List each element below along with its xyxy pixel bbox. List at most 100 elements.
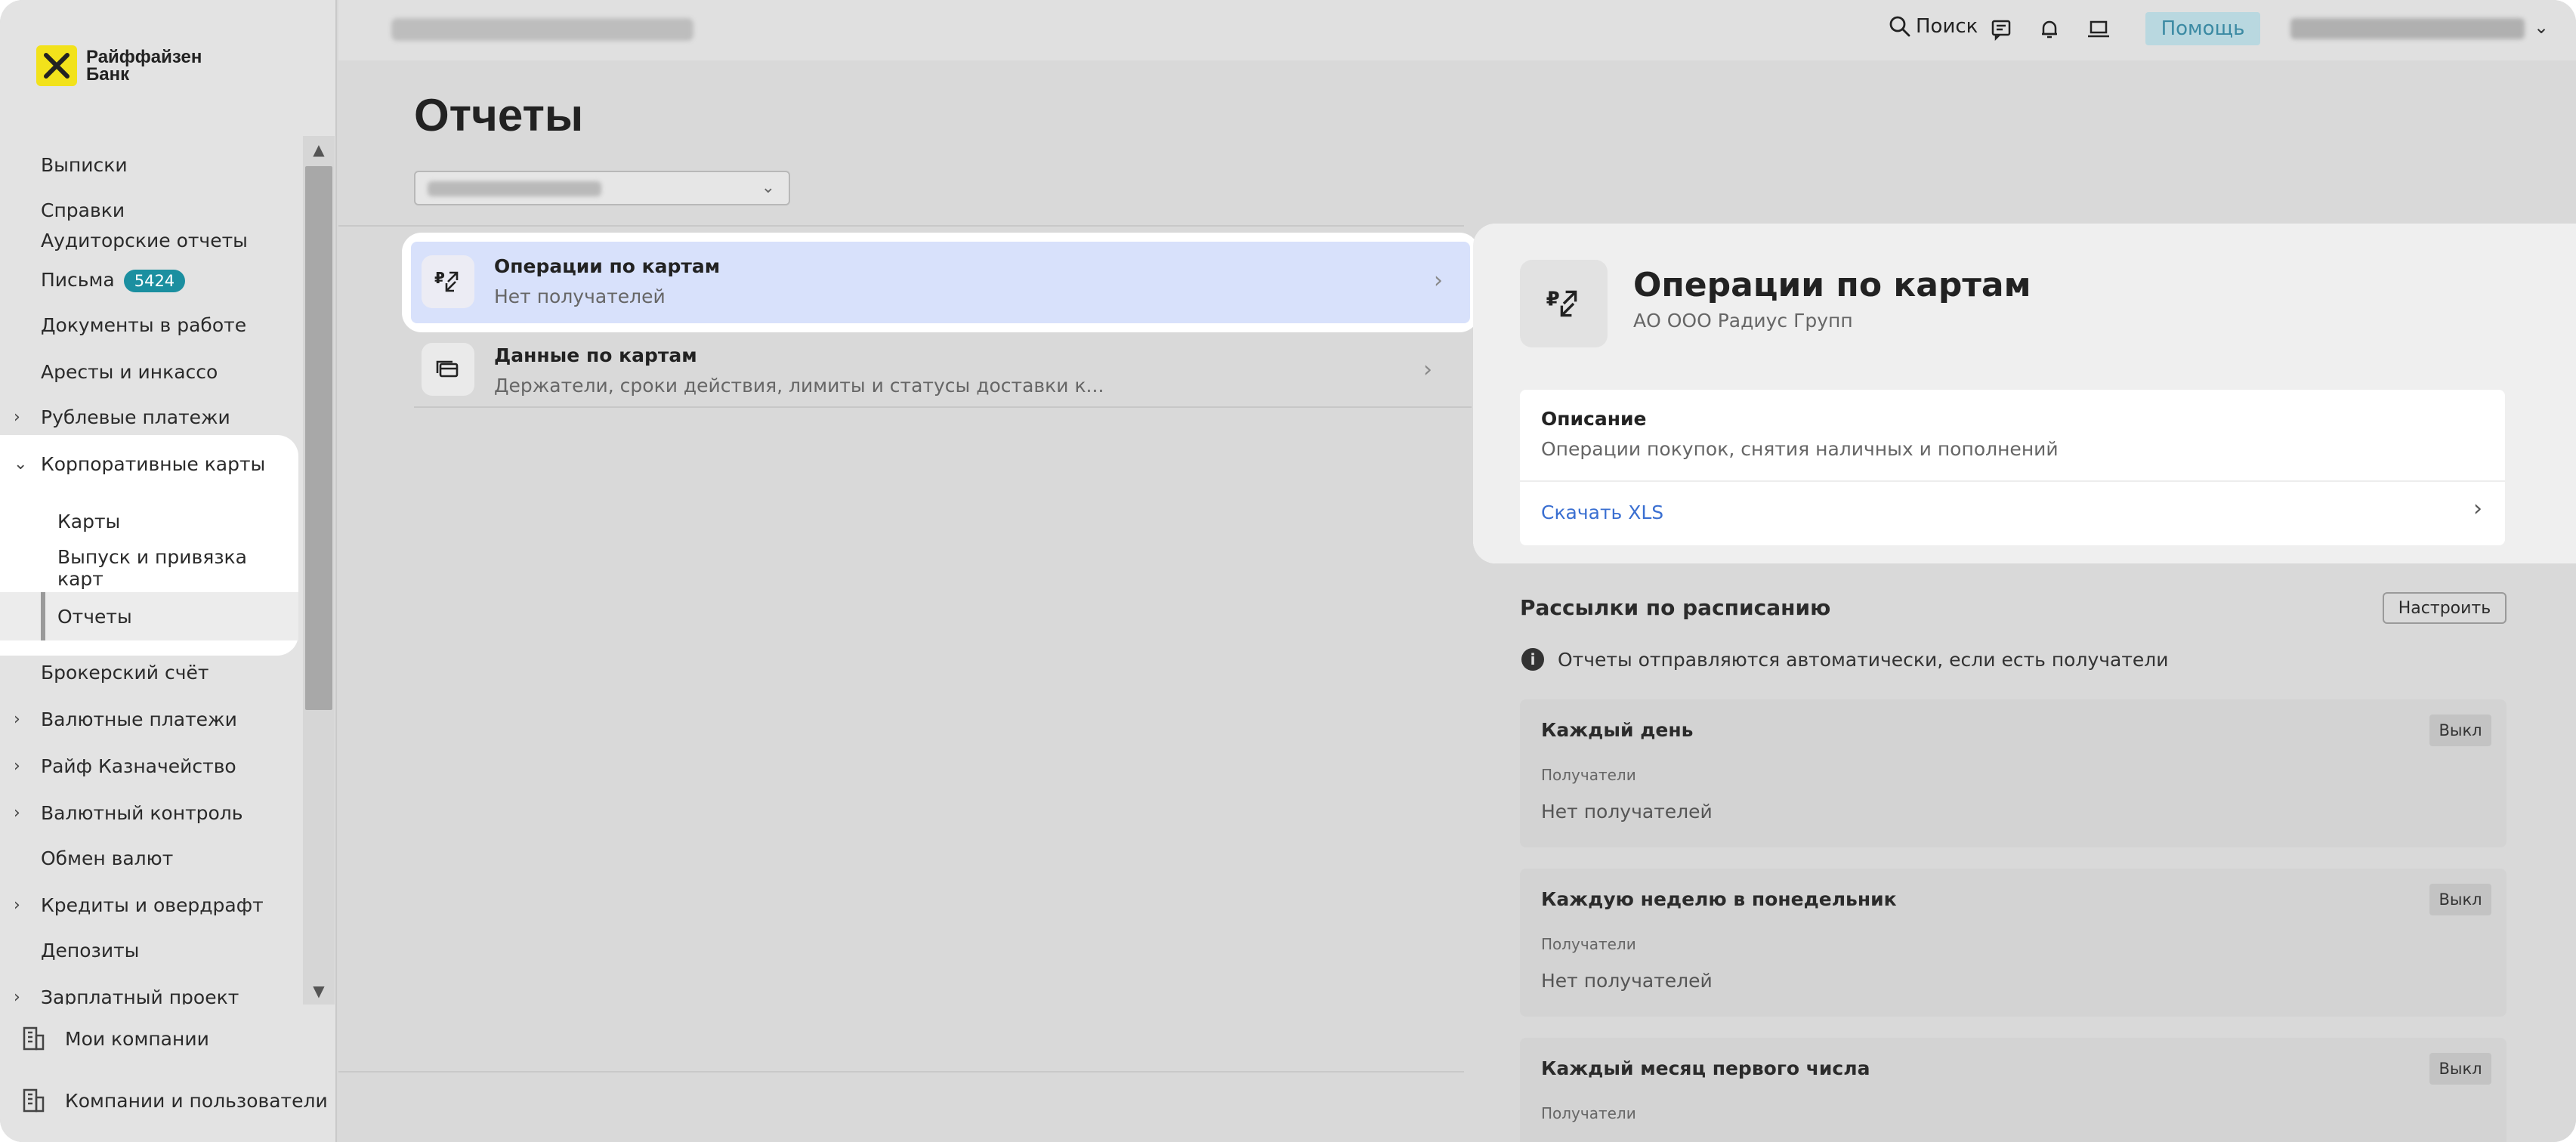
- sidebar-item-label: Письма: [41, 268, 115, 291]
- recipients-value: Нет получателей: [1541, 801, 1713, 823]
- sidebar-item-corporate-cards[interactable]: ⌄ Корпоративные карты: [0, 443, 298, 485]
- sidebar-item-audit-reports[interactable]: Аудиторские отчеты: [0, 219, 298, 261]
- sidebar-item-currency-control[interactable]: › Валютный контроль: [0, 792, 298, 834]
- help-button[interactable]: Помощь: [2145, 12, 2260, 45]
- sidebar-item-documents-in-progress[interactable]: Документы в работе: [0, 304, 298, 346]
- recipients-value: Нет получателей: [1541, 970, 1713, 992]
- sidebar-item-letters[interactable]: Письма 5424: [0, 258, 298, 301]
- sidebar-item-brokerage[interactable]: Брокерский счёт: [0, 651, 298, 693]
- chevron-right-icon: ›: [14, 407, 20, 427]
- app-window: Райффайзен Банк Выписки Справки Аудиторс…: [0, 0, 2576, 1142]
- sidebar-item-label: Компании и пользователи: [65, 1089, 328, 1112]
- sidebar-item-my-companies[interactable]: Мои компании: [0, 1012, 335, 1065]
- sidebar-item-label: Обмен валют: [41, 847, 174, 869]
- row-divider: [414, 406, 1472, 408]
- chevron-right-icon[interactable]: ›: [2473, 495, 2482, 522]
- description-divider: [1520, 480, 2505, 482]
- building-icon: [23, 1088, 45, 1113]
- details-title: Операции по картам: [1633, 266, 2031, 304]
- sidebar-item-statements[interactable]: Выписки: [0, 144, 298, 186]
- bank-name: Райффайзен Банк: [86, 47, 202, 85]
- schedule-toggle[interactable]: Выкл: [2429, 884, 2491, 915]
- sidebar-item-label-wrap: Письма 5424: [41, 268, 186, 292]
- configure-button[interactable]: Настроить: [2383, 592, 2507, 624]
- unread-count-badge: 5424: [123, 269, 186, 292]
- sidebar-item-reports[interactable]: Отчеты: [0, 592, 298, 640]
- sidebar-item-label: Рублевые платежи: [41, 406, 230, 428]
- sidebar-item-deposits[interactable]: Депозиты: [0, 929, 298, 971]
- schedule-card-title: Каждый день: [1541, 719, 1694, 741]
- search-button[interactable]: Поиск: [1889, 15, 1978, 38]
- sidebar-item-ruble-payments[interactable]: › Рублевые платежи: [0, 396, 298, 438]
- chevron-right-icon: ›: [14, 709, 20, 729]
- schedule-toggle[interactable]: Выкл: [2429, 715, 2491, 746]
- sidebar-item-label: Карты: [57, 510, 121, 532]
- report-details-background: ₽ Операции по картам АО ООО Радиус Групп…: [1473, 224, 2576, 563]
- schedule-card-monthly[interactable]: Каждый месяц первого числа Выкл Получате…: [1520, 1038, 2507, 1142]
- active-indicator: [41, 592, 45, 640]
- ruble-exchange-icon: ₽: [1520, 260, 1608, 347]
- corporate-cards-group: ⌄ Корпоративные карты Карты Выпуск и при…: [0, 435, 298, 656]
- sidebar-item-label: Брокерский счёт: [41, 661, 209, 684]
- schedule-card-weekly[interactable]: Каждую неделю в понедельник Выкл Получат…: [1520, 869, 2507, 1017]
- description-text: Операции покупок, снятия наличных и попо…: [1541, 438, 2059, 460]
- sidebar-item-card-issue[interactable]: Выпуск и привязка карт: [0, 546, 298, 590]
- sidebar-item-currency-exchange[interactable]: Обмен валют: [0, 837, 298, 879]
- sidebar-item-label: Выпуск и привязка карт: [57, 546, 247, 590]
- chevron-down-icon[interactable]: ⌄: [2534, 17, 2549, 38]
- sidebar-item-salary-project[interactable]: › Зарплатный проект: [0, 976, 298, 1005]
- search-icon: [1889, 16, 1910, 37]
- top-bar: Поиск Помощь ⌄: [338, 0, 2576, 60]
- sidebar-item-label: Выписки: [41, 153, 128, 176]
- bank-logo[interactable]: Райффайзен Банк: [36, 45, 202, 86]
- ruble-exchange-icon: ₽: [422, 255, 474, 308]
- chat-icon[interactable]: [1990, 18, 2012, 41]
- report-row-highlight: ₽ Операции по картам Нет получателей ›: [411, 242, 1470, 323]
- scroll-down-icon[interactable]: ▼: [303, 977, 335, 1005]
- description-label: Описание: [1541, 408, 1647, 430]
- sidebar-item-credits[interactable]: › Кредиты и овердрафт: [0, 884, 298, 926]
- sidebar-item-label: Валютные платежи: [41, 708, 237, 730]
- sidebar-item-label: Валютный контроль: [41, 801, 243, 824]
- company-select-value-redacted: [428, 181, 601, 196]
- company-select[interactable]: ⌄: [414, 171, 790, 205]
- scroll-up-icon[interactable]: ▲: [303, 136, 335, 163]
- bank-name-line1: Райффайзен: [86, 47, 202, 67]
- sidebar-item-cards[interactable]: Карты: [0, 500, 298, 542]
- report-title: Операции по картам: [494, 255, 721, 277]
- report-row-card-data[interactable]: Данные по картам Держатели, сроки действ…: [411, 331, 1470, 412]
- chevron-down-icon: ⌄: [761, 178, 775, 197]
- report-row-card-operations[interactable]: ₽ Операции по картам Нет получателей ›: [402, 233, 1479, 332]
- download-xls-link[interactable]: Скачать XLS: [1541, 502, 1663, 523]
- schedule-card-title: Каждую неделю в понедельник: [1541, 888, 1897, 910]
- laptop-icon[interactable]: [2086, 18, 2111, 41]
- schedule-info: i Отчеты отправляются автоматически, есл…: [1521, 648, 2169, 671]
- schedule-card-daily[interactable]: Каждый день Выкл Получатели Нет получате…: [1520, 699, 2507, 847]
- search-label: Поиск: [1916, 15, 1978, 38]
- info-icon: i: [1521, 648, 1544, 671]
- sidebar-item-label: Райф Казначейство: [41, 755, 236, 777]
- building-icon: [23, 1026, 45, 1051]
- report-subtitle: Нет получателей: [494, 286, 666, 307]
- chevron-right-icon: ›: [14, 756, 20, 776]
- sidebar-item-label: Корпоративные карты: [41, 452, 266, 475]
- sidebar-item-label: Депозиты: [41, 939, 140, 961]
- schedule-toggle[interactable]: Выкл: [2429, 1053, 2491, 1085]
- chevron-right-icon: ›: [14, 987, 20, 1005]
- sidebar-nav: Выписки Справки Аудиторские отчеты Письм…: [0, 136, 302, 1005]
- cards-icon: [422, 343, 474, 396]
- sidebar-item-arrests[interactable]: Аресты и инкассо: [0, 350, 298, 393]
- chevron-down-icon: ⌄: [14, 454, 28, 474]
- bank-name-line2: Банк: [86, 64, 130, 85]
- raiffeisen-logo-icon: [36, 45, 77, 86]
- sidebar-scrollbar[interactable]: ▲ ▼: [303, 136, 335, 1005]
- sidebar-item-currency-payments[interactable]: › Валютные платежи: [0, 698, 298, 740]
- bell-icon[interactable]: [2038, 18, 2061, 41]
- description-box: Описание Операции покупок, снятия наличн…: [1520, 390, 2505, 545]
- sidebar-item-treasury[interactable]: › Райф Казначейство: [0, 745, 298, 787]
- user-name-redacted[interactable]: [2290, 18, 2525, 39]
- scrollbar-thumb[interactable]: [305, 166, 332, 710]
- organization-name-redacted[interactable]: [391, 18, 693, 41]
- sidebar-item-label: Справки: [41, 199, 125, 221]
- sidebar-item-companies-users[interactable]: Компании и пользователи: [0, 1074, 335, 1127]
